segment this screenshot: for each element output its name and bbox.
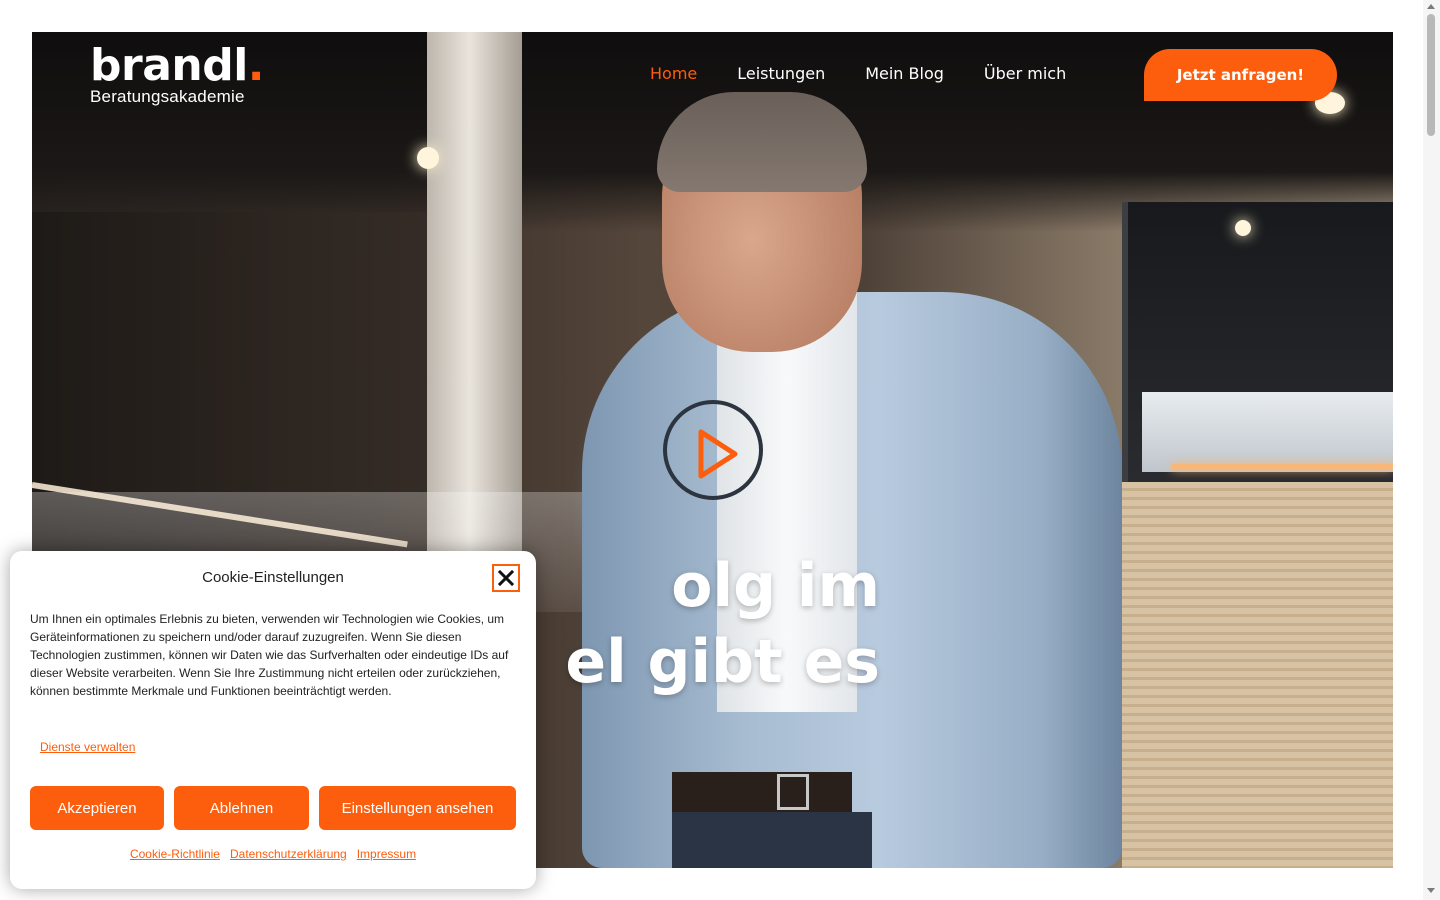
cta-button[interactable]: Jetzt anfragen! [1144, 49, 1337, 101]
page-scrollbar[interactable] [1423, 0, 1440, 900]
person-pants [672, 812, 872, 868]
nav-item-blog[interactable]: Mein Blog [865, 64, 944, 83]
cookie-dialog-title: Cookie-Einstellungen [202, 569, 344, 586]
cookie-accept-button[interactable]: Akzeptieren [30, 786, 164, 830]
scrollbar-thumb[interactable] [1427, 14, 1435, 136]
scroll-up-icon[interactable] [1427, 4, 1435, 9]
hero-bg-lamp [417, 147, 439, 169]
hero-bg-window [1142, 392, 1393, 472]
nav-item-leistungen[interactable]: Leistungen [737, 64, 825, 83]
nav-item-ueber-mich[interactable]: Über mich [984, 64, 1066, 83]
person-hair [657, 92, 867, 192]
main-nav: Home Leistungen Mein Blog Über mich [650, 64, 1066, 83]
site-logo[interactable]: brandl. Beratungsakademie [90, 40, 265, 106]
cookie-settings-button[interactable]: Einstellungen ansehen [319, 786, 516, 830]
hero-person-photo [552, 92, 1152, 868]
scroll-down-icon[interactable] [1427, 888, 1435, 893]
cookie-dialog: Cookie-Einstellungen Um Ihnen ein optima… [10, 551, 536, 889]
imprint-link[interactable]: Impressum [357, 847, 416, 861]
privacy-policy-link[interactable]: Datenschutzerklärung [230, 847, 347, 861]
cookie-footer-links: Cookie-Richtlinie Datenschutzerklärung I… [10, 847, 536, 861]
close-icon [498, 570, 514, 586]
hero-bg-light-strip [1172, 464, 1393, 470]
hero-bg-lamp [1235, 220, 1251, 236]
cookie-close-button[interactable] [492, 564, 520, 592]
person-buckle [777, 774, 809, 810]
play-icon [698, 429, 738, 479]
logo-wordmark: brandl. [90, 40, 265, 91]
person-belt [672, 772, 852, 812]
cookie-policy-link[interactable]: Cookie-Richtlinie [130, 847, 220, 861]
cookie-decline-button[interactable]: Ablehnen [174, 786, 309, 830]
logo-subtitle: Beratungsakademie [90, 87, 245, 106]
hero-bg-cupboard [1122, 482, 1393, 868]
video-play-button[interactable] [663, 400, 763, 500]
cookie-manage-services-link[interactable]: Dienste verwalten [40, 740, 135, 754]
nav-item-home[interactable]: Home [650, 64, 697, 83]
cookie-description: Um Ihnen ein optimales Erlebnis zu biete… [30, 612, 509, 698]
